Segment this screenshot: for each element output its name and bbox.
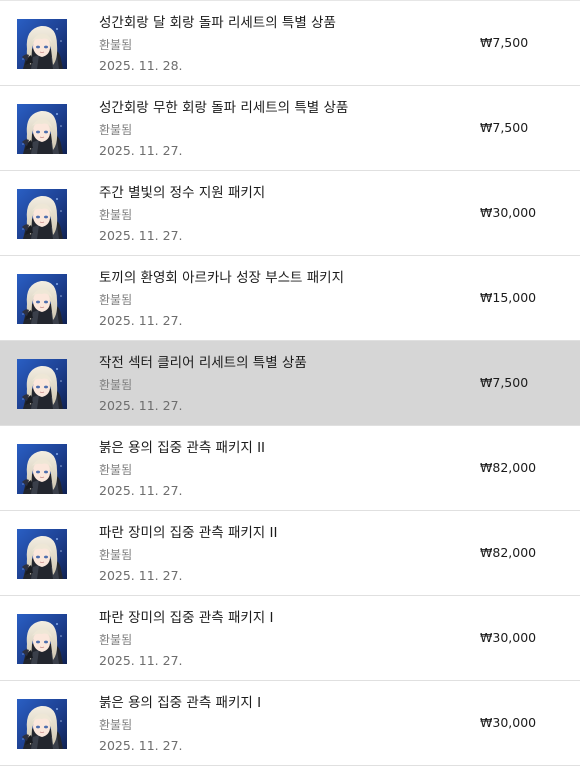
- refund-status: 환불됨: [99, 633, 133, 647]
- game-character-thumbnail-icon: [17, 444, 67, 494]
- purchase-date: 2025. 11. 27.: [99, 568, 183, 583]
- product-price: ₩82,000: [480, 545, 537, 560]
- game-character-thumbnail-icon: [17, 189, 67, 239]
- purchase-date: 2025. 11. 27.: [99, 143, 183, 158]
- product-price: ₩82,000: [480, 460, 537, 475]
- purchase-row[interactable]: 붉은 용의 집중 관측 패키지 II 환불됨 2025. 11. 27. ₩82…: [0, 426, 580, 511]
- game-character-thumbnail-icon: [17, 614, 67, 664]
- purchase-row[interactable]: 붉은 용의 집중 관측 패키지 I 환불됨 2025. 11. 27. ₩30,…: [0, 681, 580, 766]
- product-title: 파란 장미의 집중 관측 패키지 II: [99, 525, 278, 541]
- purchase-row[interactable]: 작전 섹터 클리어 리세트의 특별 상품 환불됨 2025. 11. 27. ₩…: [0, 341, 580, 426]
- product-price: ₩30,000: [480, 630, 537, 645]
- product-price: ₩30,000: [480, 205, 537, 220]
- refund-status: 환불됨: [99, 718, 133, 732]
- game-character-thumbnail-icon: [17, 699, 67, 749]
- purchase-date: 2025. 11. 27.: [99, 313, 183, 328]
- product-price: ₩7,500: [480, 120, 529, 135]
- purchase-row[interactable]: 파란 장미의 집중 관측 패키지 I 환불됨 2025. 11. 27. ₩30…: [0, 596, 580, 681]
- purchase-row[interactable]: 파란 장미의 집중 관측 패키지 II 환불됨 2025. 11. 27. ₩8…: [0, 511, 580, 596]
- refund-status: 환불됨: [99, 378, 133, 392]
- game-character-thumbnail-icon: [17, 359, 67, 409]
- purchase-date: 2025. 11. 27.: [99, 228, 183, 243]
- purchase-row[interactable]: 주간 별빛의 정수 지원 패키지 환불됨 2025. 11. 27. ₩30,0…: [0, 171, 580, 256]
- product-price: ₩30,000: [480, 715, 537, 730]
- game-character-thumbnail-icon: [17, 529, 67, 579]
- purchase-history-list: 성간회랑 달 회랑 돌파 리세트의 특별 상품 환불됨 2025. 11. 28…: [0, 0, 580, 774]
- product-title: 성간회랑 무한 회랑 돌파 리세트의 특별 상품: [99, 100, 349, 116]
- purchase-date: 2025. 11. 27.: [99, 483, 183, 498]
- purchase-row[interactable]: 성간회랑 무한 회랑 돌파 리세트의 특별 상품 환불됨 2025. 11. 2…: [0, 86, 580, 171]
- refund-status: 환불됨: [99, 123, 133, 137]
- product-title: 토끼의 환영회 아르카나 성장 부스트 패키지: [99, 270, 345, 286]
- product-title: 붉은 용의 집중 관측 패키지 I: [99, 695, 262, 711]
- game-character-thumbnail-icon: [17, 19, 67, 69]
- refund-status: 환불됨: [99, 548, 133, 562]
- purchase-row[interactable]: 토끼의 환영회 아르카나 성장 부스트 패키지 환불됨 2025. 11. 27…: [0, 256, 580, 341]
- refund-status: 환불됨: [99, 463, 133, 477]
- refund-status: 환불됨: [99, 208, 133, 222]
- product-title: 작전 섹터 클리어 리세트의 특별 상품: [99, 355, 307, 371]
- product-price: ₩7,500: [480, 35, 529, 50]
- purchase-date: 2025. 11. 27.: [99, 398, 183, 413]
- product-price: ₩15,000: [480, 290, 537, 305]
- product-title: 성간회랑 달 회랑 돌파 리세트의 특별 상품: [99, 15, 336, 31]
- purchase-date: 2025. 11. 27.: [99, 653, 183, 668]
- purchase-date: 2025. 11. 28.: [99, 58, 183, 73]
- product-title: 주간 별빛의 정수 지원 패키지: [99, 185, 266, 201]
- product-title: 붉은 용의 집중 관측 패키지 II: [99, 440, 266, 456]
- purchase-row[interactable]: 성간회랑 달 회랑 돌파 리세트의 특별 상품 환불됨 2025. 11. 28…: [0, 1, 580, 86]
- product-price: ₩7,500: [480, 375, 529, 390]
- product-title: 파란 장미의 집중 관측 패키지 I: [99, 610, 274, 626]
- game-character-thumbnail-icon: [17, 104, 67, 154]
- purchase-date: 2025. 11. 27.: [99, 738, 183, 753]
- refund-status: 환불됨: [99, 38, 133, 52]
- refund-status: 환불됨: [99, 293, 133, 307]
- game-character-thumbnail-icon: [17, 274, 67, 324]
